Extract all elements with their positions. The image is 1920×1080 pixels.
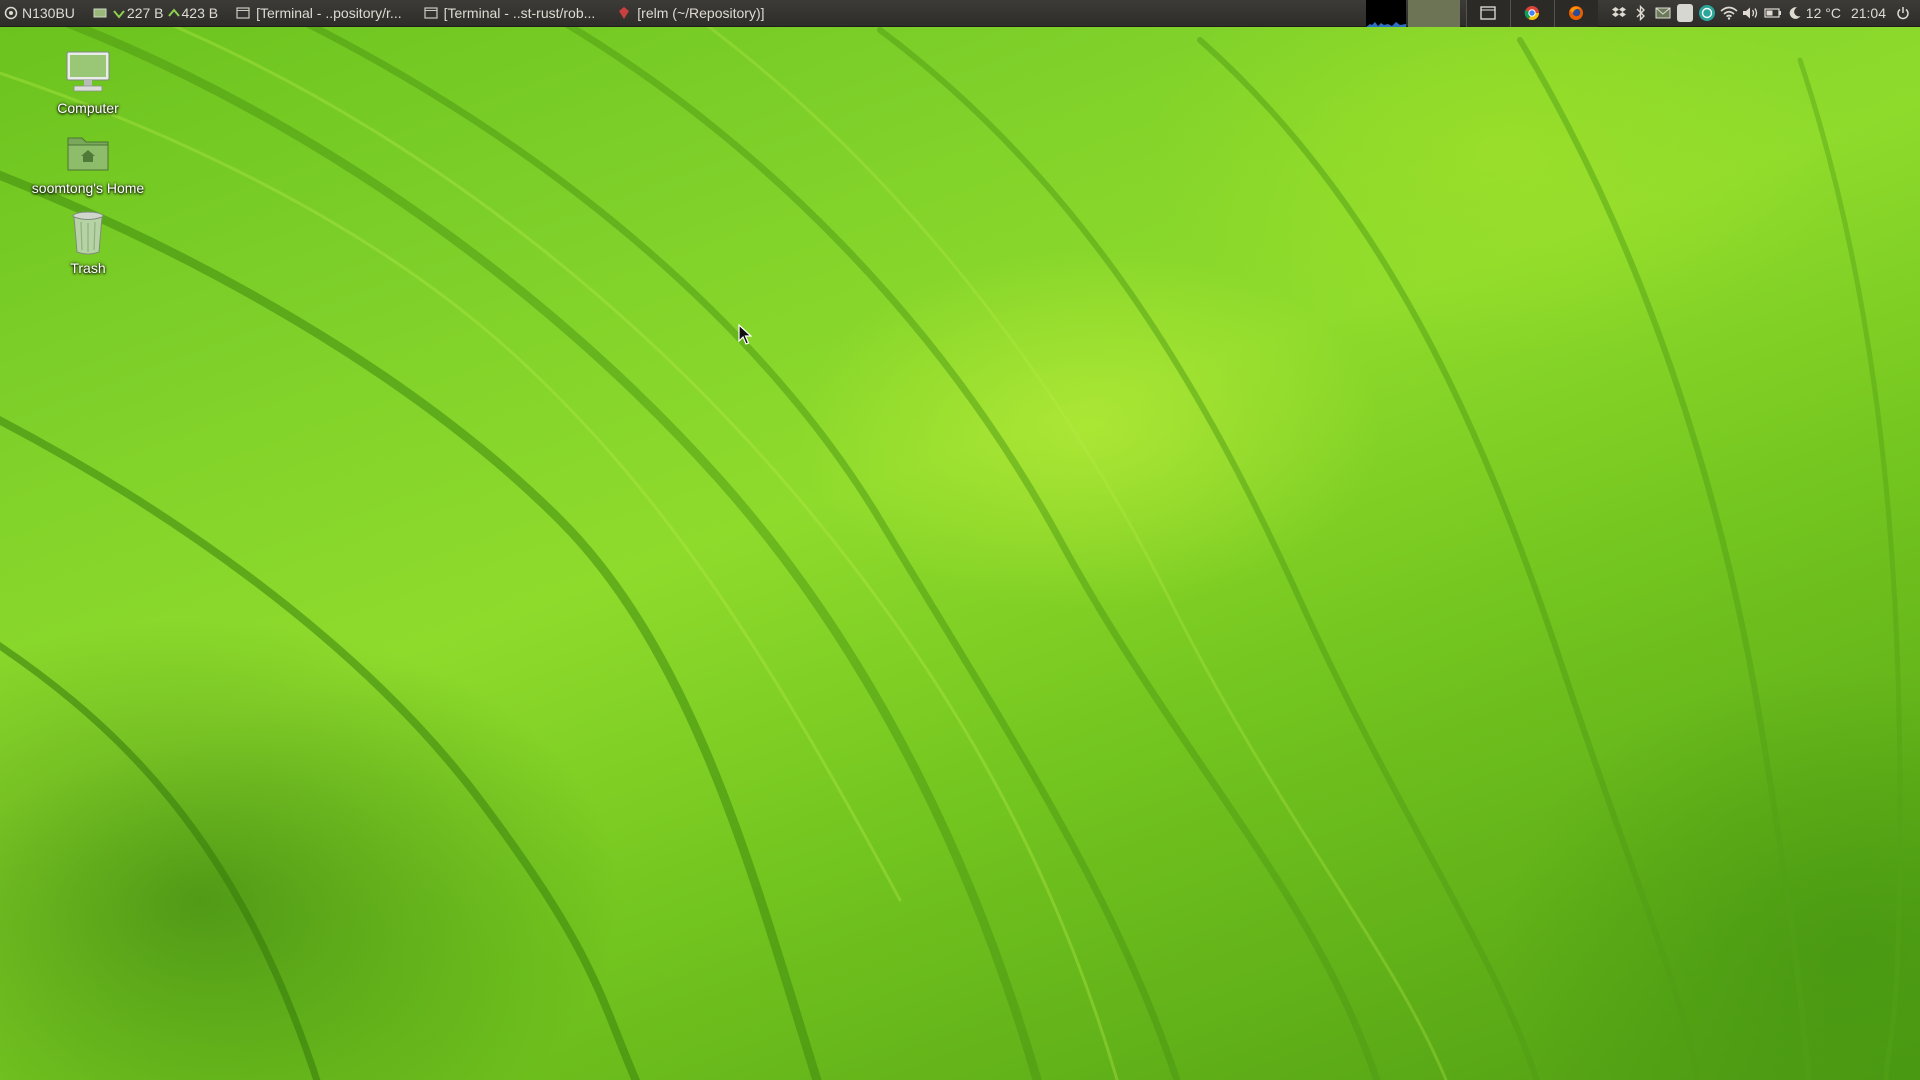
tray-wifi[interactable] xyxy=(1718,0,1740,27)
computer-icon xyxy=(66,51,110,92)
battery-icon xyxy=(1764,8,1781,18)
task-terminal-2[interactable]: [Terminal - ..st-rust/rob... xyxy=(420,0,596,27)
temperature-label: 12 °C xyxy=(1805,5,1841,21)
network-monitor[interactable]: 227 B 423 B xyxy=(89,0,218,27)
network-card-icon xyxy=(93,8,107,18)
upload-arrow-icon xyxy=(167,8,180,17)
desktop-icon-label: Trash xyxy=(70,260,106,276)
wifi-icon xyxy=(1720,6,1738,20)
terminal-window-icon xyxy=(423,7,438,19)
hostname-label: N130BU xyxy=(22,5,75,21)
whisker-menu-icon[interactable] xyxy=(4,6,18,20)
clock[interactable]: 21:04 xyxy=(1851,0,1892,27)
wallpaper xyxy=(0,15,1903,1080)
task-terminal-1[interactable]: [Terminal - ..pository/r... xyxy=(232,0,402,27)
clock-label: 21:04 xyxy=(1850,5,1886,21)
weather-indicator[interactable]: 12 °C xyxy=(1784,0,1851,27)
app-terminal-button[interactable] xyxy=(1465,0,1510,27)
task-label: [Terminal - ..st-rust/rob... xyxy=(443,5,596,21)
notes-icon xyxy=(1676,4,1693,22)
tray-volume[interactable] xyxy=(1740,0,1762,27)
desktop: N130BU 227 B 423 B [Terminal - ..positor… xyxy=(0,0,1920,1080)
desktop-icon-label: soomtong's Home xyxy=(31,180,145,196)
app-firefox-button[interactable] xyxy=(1553,0,1598,27)
trash-icon xyxy=(72,211,104,255)
desktop-icon-computer[interactable]: Computer xyxy=(13,48,163,116)
tray-power[interactable] xyxy=(1892,0,1914,27)
app-chrome-button[interactable] xyxy=(1509,0,1554,27)
firefox-icon xyxy=(1569,6,1584,20)
desktop-icon-trash[interactable]: Trash xyxy=(13,208,163,276)
gem-app-icon xyxy=(619,7,630,19)
mail-icon xyxy=(1655,7,1671,19)
tray-bluetooth[interactable] xyxy=(1630,0,1652,27)
home-folder-icon xyxy=(67,137,109,171)
top-panel: N130BU 227 B 423 B [Terminal - ..positor… xyxy=(0,0,1920,27)
bluetooth-icon xyxy=(1636,5,1645,21)
dropbox-icon xyxy=(1611,7,1626,17)
tray-mail[interactable] xyxy=(1652,0,1674,27)
task-label: [Terminal - ..pository/r... xyxy=(256,5,402,21)
net-down-label: 227 B xyxy=(126,5,164,21)
tray-battery[interactable] xyxy=(1762,0,1784,27)
task-label: [relm (~/Repository)] xyxy=(637,5,765,21)
mouse-cursor-icon xyxy=(738,324,752,345)
panel-left-section: N130BU 227 B 423 B [Terminal - ..positor… xyxy=(0,0,783,27)
chrome-icon xyxy=(1524,6,1540,20)
download-arrow-icon xyxy=(113,10,125,19)
update-icon xyxy=(1698,5,1715,21)
terminal-window-icon xyxy=(236,7,250,19)
tray-notes[interactable] xyxy=(1674,0,1696,27)
tray-dropbox[interactable] xyxy=(1608,0,1630,27)
session-menu[interactable]: N130BU xyxy=(0,0,89,27)
tray-update[interactable] xyxy=(1696,0,1718,27)
desktop-icon-home[interactable]: soomtong's Home xyxy=(13,128,163,196)
power-icon xyxy=(1897,7,1909,20)
terminal-launcher-icon xyxy=(1480,6,1496,20)
volume-icon xyxy=(1742,7,1757,19)
task-relm[interactable]: [relm (~/Repository)] xyxy=(613,0,765,27)
moon-icon xyxy=(1789,7,1801,19)
cpu-graph[interactable] xyxy=(1365,0,1406,27)
desktop-icon-label: Computer xyxy=(57,100,119,116)
net-up-label: 423 B xyxy=(181,5,219,21)
memory-graph[interactable] xyxy=(1407,0,1460,27)
cpu-graph-icon xyxy=(1365,21,1406,27)
panel-right-section: 12 °C 21:04 xyxy=(1365,0,1920,27)
